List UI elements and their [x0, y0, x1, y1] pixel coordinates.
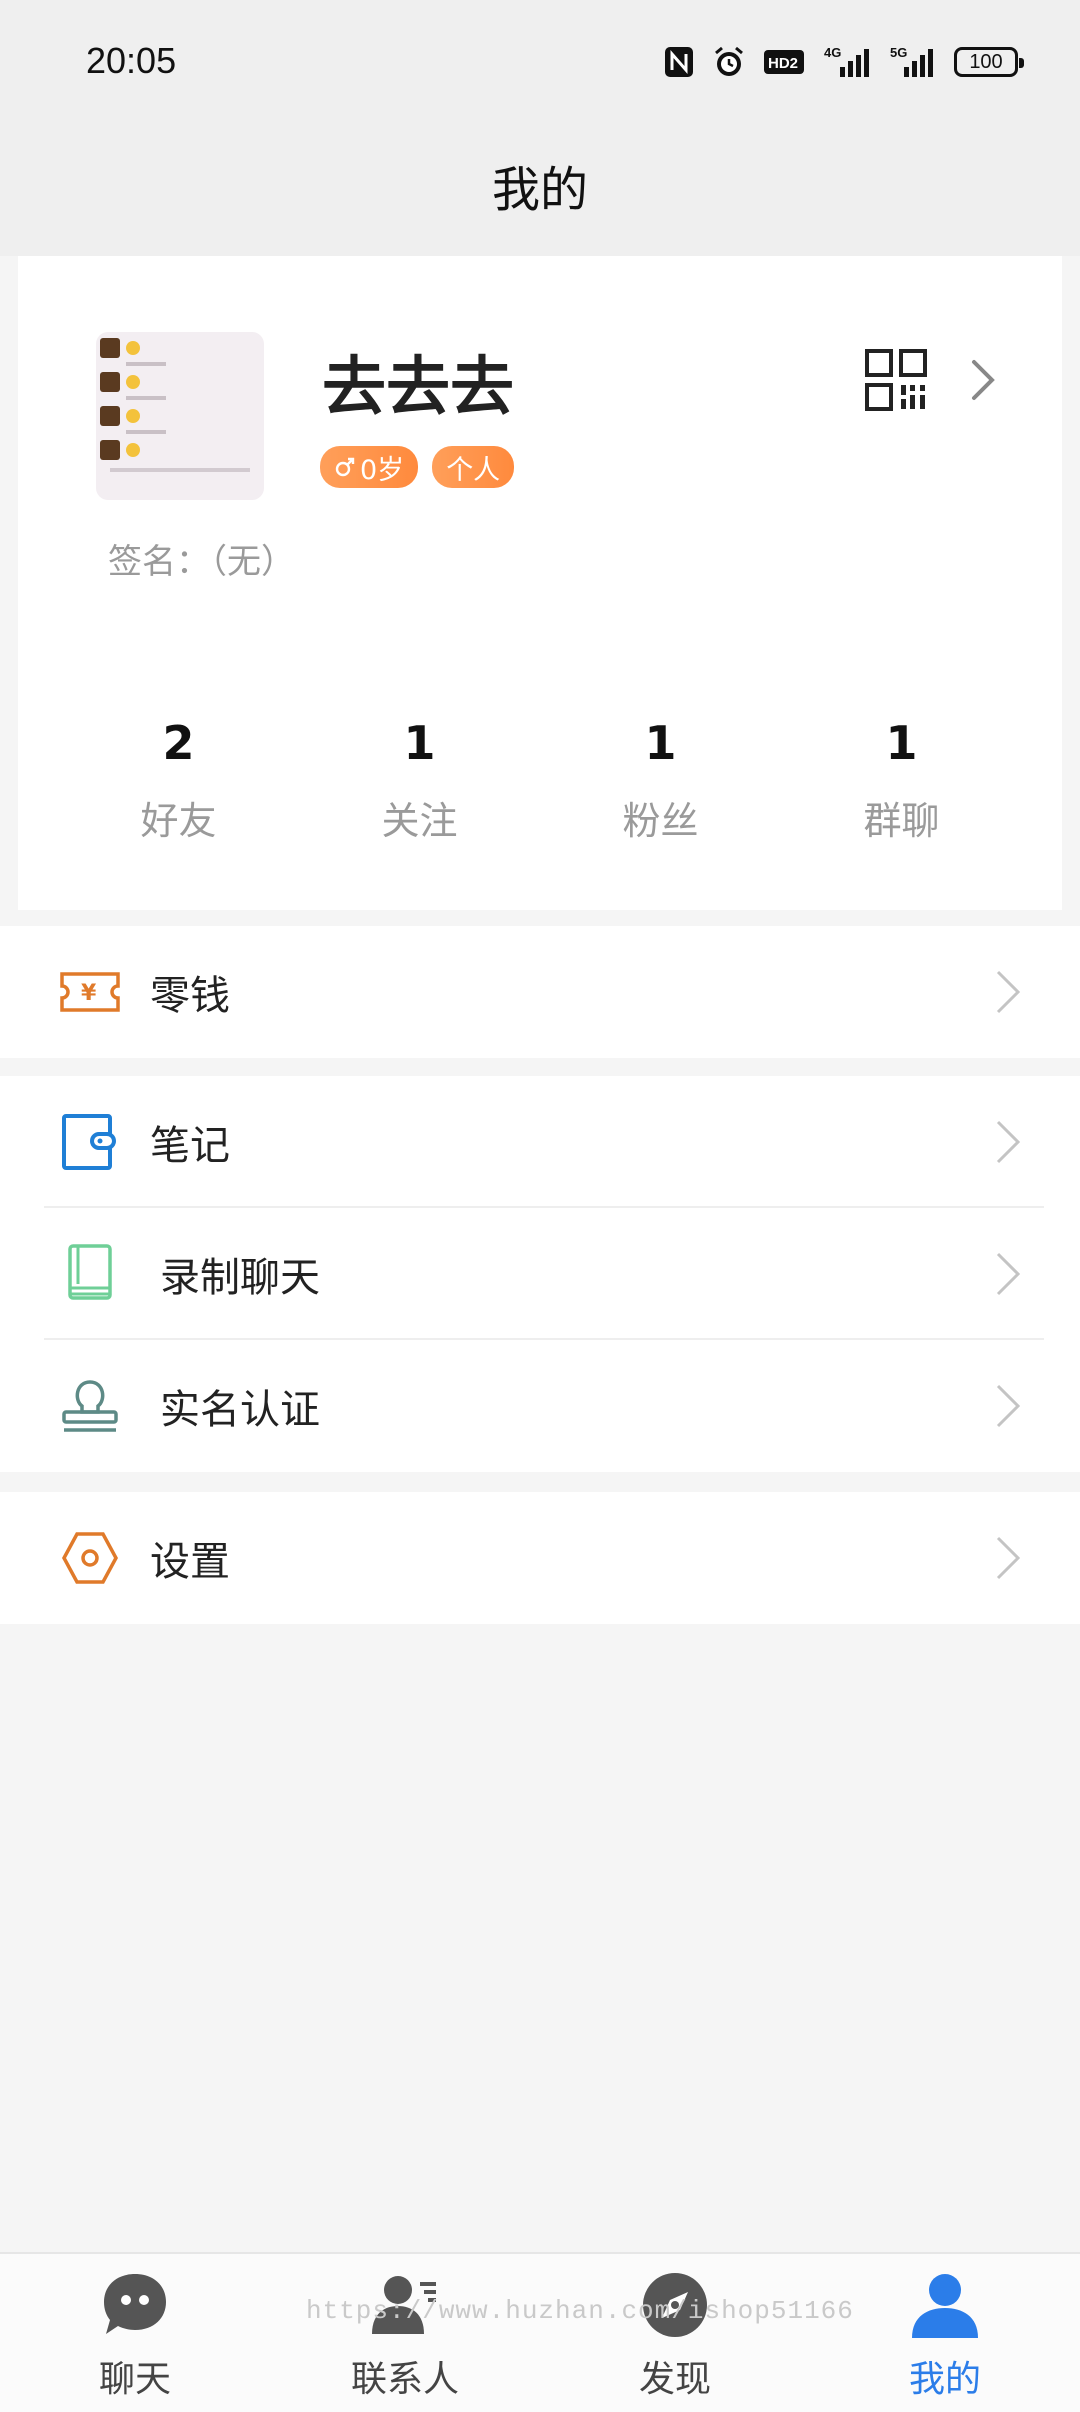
gender-age-text: 0岁 — [360, 454, 405, 486]
menu-item-settings[interactable]: 设置 — [0, 1492, 1080, 1624]
nickname: 去去去 — [322, 351, 514, 425]
signature: 签名：（无） — [108, 542, 295, 582]
nav-discover[interactable]: 发现 — [540, 2254, 810, 2412]
menu-item-notes[interactable]: 笔记 — [0, 1076, 1080, 1208]
status-icons: HD2 4G 5G 100 — [664, 38, 1024, 86]
nav-label: 聊天 — [98, 2359, 171, 2400]
svg-text:HD2: HD2 — [768, 55, 798, 72]
menu-item-verification[interactable]: 实名认证 — [0, 1340, 1080, 1472]
menu-label: 设置 — [150, 1539, 230, 1585]
stat-label: 粉丝 — [622, 799, 699, 843]
chevron-right-icon — [996, 1252, 1021, 1296]
menu-label: 录制聊天 — [160, 1255, 320, 1301]
signal-4g-icon: 4G — [822, 45, 872, 79]
chevron-right-icon[interactable] — [968, 356, 998, 404]
book-icon — [68, 1244, 112, 1300]
bottom-nav: 聊天 联系人 发现 我的 — [0, 2252, 1080, 2412]
svg-text:¥: ¥ — [81, 981, 97, 1006]
nav-label: 我的 — [908, 2359, 981, 2400]
stat-count: 1 — [644, 716, 677, 770]
stamp-icon — [62, 1380, 118, 1432]
menu-group-main: 笔记 录制聊天 实名认证 — [0, 1076, 1080, 1472]
stat-fans[interactable]: 1 粉丝 — [561, 716, 761, 845]
chevron-right-icon — [996, 1384, 1021, 1428]
stat-label: 好友 — [140, 799, 217, 843]
signal-5g-icon: 5G — [890, 45, 936, 79]
menu-item-record-chat[interactable]: 录制聊天 — [0, 1208, 1080, 1340]
notes-icon — [62, 1114, 116, 1170]
top-bar: 20:05 HD2 4G 5G 100 我的 — [0, 0, 1080, 256]
chat-icon — [104, 2274, 166, 2334]
qr-code-icon[interactable] — [864, 348, 928, 412]
stat-friends[interactable]: 2 好友 — [79, 716, 279, 845]
nav-chat[interactable]: 聊天 — [0, 2254, 270, 2412]
alarm-icon — [712, 45, 746, 79]
chevron-right-icon — [996, 970, 1021, 1014]
stat-count: 2 — [162, 716, 195, 770]
stat-label: 群聊 — [863, 799, 940, 843]
nav-contacts[interactable]: 联系人 — [270, 2254, 540, 2412]
chevron-right-icon — [996, 1120, 1021, 1164]
me-icon — [912, 2274, 978, 2338]
page-title: 我的 — [491, 162, 588, 218]
watermark: https://www.huzhan.com/ishop51166 — [306, 2296, 854, 2326]
male-icon — [335, 457, 355, 477]
svg-text:5G: 5G — [890, 45, 907, 60]
menu-label: 实名认证 — [160, 1387, 320, 1433]
menu-label: 零钱 — [150, 973, 230, 1019]
nav-label: 联系人 — [350, 2359, 459, 2400]
nav-label: 发现 — [638, 2359, 711, 2400]
nfc-icon — [664, 46, 694, 78]
settings-icon — [62, 1532, 118, 1584]
stat-following[interactable]: 1 关注 — [320, 716, 520, 845]
battery-level: 100 — [954, 47, 1024, 77]
stat-groups[interactable]: 1 群聊 — [802, 716, 1002, 845]
stat-count: 1 — [885, 716, 918, 770]
menu-group-settings: 设置 — [0, 1492, 1080, 1624]
menu-label: 笔记 — [150, 1123, 230, 1169]
profile-card[interactable]: 去去去 0岁 个人 签名：（无） 2 好友 1 关注 1 粉丝 1 群聊 — [18, 256, 1062, 910]
status-time: 20:05 — [86, 40, 177, 81]
stats-row: 2 好友 1 关注 1 粉丝 1 群聊 — [18, 716, 1062, 845]
gender-age-badge: 0岁 — [320, 446, 419, 488]
profile-tags: 0岁 个人 — [320, 446, 515, 488]
stat-label: 关注 — [381, 799, 458, 843]
hd-icon: HD2 — [764, 49, 804, 75]
menu-group-wallet: ¥ 零钱 — [0, 926, 1080, 1058]
battery-icon: 100 — [954, 47, 1024, 77]
stat-count: 1 — [403, 716, 436, 770]
avatar[interactable] — [96, 332, 264, 500]
menu-item-wallet[interactable]: ¥ 零钱 — [0, 926, 1080, 1058]
wallet-icon: ¥ — [60, 972, 120, 1012]
svg-text:4G: 4G — [824, 45, 841, 60]
account-type-badge: 个人 — [432, 446, 515, 488]
chevron-right-icon — [996, 1536, 1021, 1580]
nav-me[interactable]: 我的 — [810, 2254, 1080, 2412]
